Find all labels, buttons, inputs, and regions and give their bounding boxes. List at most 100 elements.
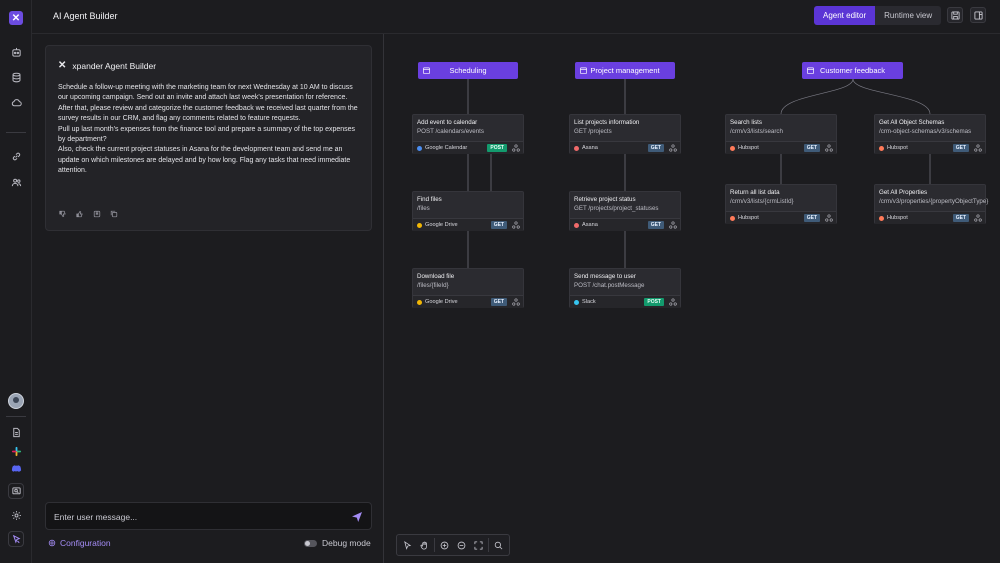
- node-service: Google Calendar: [417, 145, 467, 151]
- configuration-link[interactable]: Configuration: [48, 538, 111, 548]
- connect-icon[interactable]: [512, 221, 520, 229]
- message-actions: [58, 209, 118, 218]
- connect-icon[interactable]: [974, 144, 982, 152]
- zoom-in-icon[interactable]: [437, 538, 452, 553]
- node-download-file[interactable]: Download file /files/{fileId} Google Dri…: [412, 268, 524, 308]
- agent-header: ✕ xpander Agent Builder: [58, 60, 156, 71]
- slack-icon: [574, 299, 579, 305]
- xpander-logo-icon[interactable]: ✕: [9, 11, 23, 25]
- discord-icon[interactable]: [8, 460, 24, 476]
- service-name: Google Drive: [425, 222, 458, 228]
- toolbar-divider: [488, 538, 489, 552]
- agent-message-card: ✕ xpander Agent Builder Schedule a follo…: [45, 45, 372, 231]
- user-avatar[interactable]: [8, 393, 24, 409]
- node-path: POST /chat.postMessage: [574, 282, 645, 289]
- thumbs-up-icon[interactable]: [75, 209, 84, 218]
- service-name: Hubspot: [738, 215, 759, 221]
- group-project-management[interactable]: Project management: [575, 62, 675, 79]
- rail-divider: [6, 416, 26, 417]
- node-path: GET /projects: [574, 128, 612, 135]
- thumbs-down-icon[interactable]: [58, 209, 67, 218]
- node-path: /crm/v3/lists/search: [730, 128, 783, 135]
- google-drive-icon: [417, 222, 422, 228]
- node-footer: Google Drive GET: [413, 295, 523, 308]
- node-footer: Hubspot GET: [726, 211, 836, 224]
- node-service: Asana: [574, 145, 598, 151]
- node-title: Add event to calendar: [417, 119, 478, 126]
- database-icon[interactable]: [8, 69, 24, 85]
- document-icon[interactable]: [8, 424, 24, 440]
- connect-icon[interactable]: [669, 144, 677, 152]
- node-get-schemas[interactable]: Get All Object Schemas /crm-object-schem…: [874, 114, 986, 154]
- group-scheduling[interactable]: Scheduling: [418, 62, 518, 79]
- save-icon[interactable]: [947, 7, 963, 23]
- rail-divider: [6, 132, 26, 133]
- pointer-builder-icon[interactable]: [8, 531, 24, 547]
- node-footer: Google Calendar POST: [413, 141, 523, 154]
- agents-icon[interactable]: [8, 44, 24, 60]
- method-badge: GET: [952, 144, 969, 152]
- team-icon[interactable]: [8, 174, 24, 190]
- node-add-event[interactable]: Add event to calendar POST /calendars/ev…: [412, 114, 524, 154]
- connect-icon[interactable]: [974, 214, 982, 222]
- copy-icon[interactable]: [109, 209, 118, 218]
- node-list-projects[interactable]: List projects information GET /projects …: [569, 114, 681, 154]
- chat-search-icon[interactable]: [8, 483, 24, 499]
- debug-mode-control: Debug mode: [304, 538, 371, 548]
- group-customer-feedback[interactable]: Customer feedback: [802, 62, 903, 79]
- tab-agent-editor[interactable]: Agent editor: [814, 6, 876, 25]
- service-name: Hubspot: [738, 145, 759, 151]
- link-icon[interactable]: [8, 148, 24, 164]
- node-return-list[interactable]: Return all list data /crm/v3/lists/{crmL…: [725, 184, 837, 224]
- connect-icon[interactable]: [669, 221, 677, 229]
- connect-icon[interactable]: [825, 214, 833, 222]
- node-footer: Asana GET: [570, 218, 680, 231]
- cloud-icon[interactable]: [8, 94, 24, 110]
- flow-canvas[interactable]: Scheduling Project management Customer f…: [385, 34, 1000, 563]
- tab-runtime-view[interactable]: Runtime view: [875, 6, 941, 25]
- top-header: AI Agent Builder Agent editor Runtime vi…: [32, 0, 1000, 34]
- service-name: Slack: [582, 299, 596, 305]
- settings-gear-icon[interactable]: [8, 507, 24, 523]
- service-name: Asana: [582, 222, 598, 228]
- connect-icon[interactable]: [825, 144, 833, 152]
- node-send-message[interactable]: Send message to user POST /chat.postMess…: [569, 268, 681, 308]
- select-pointer-icon[interactable]: [400, 538, 415, 553]
- slack-icon[interactable]: [8, 443, 24, 459]
- pan-hand-icon[interactable]: [417, 538, 432, 553]
- connect-icon[interactable]: [512, 144, 520, 152]
- hubspot-icon: [879, 145, 884, 151]
- send-icon[interactable]: [351, 511, 363, 523]
- node-retrieve-status[interactable]: Retrieve project status GET /projects/pr…: [569, 191, 681, 231]
- hubspot-icon: [730, 145, 735, 151]
- node-get-properties[interactable]: Get All Properties /crm/v3/properties/{p…: [874, 184, 988, 224]
- node-title: Send message to user: [574, 273, 636, 280]
- page-title: AI Agent Builder: [53, 11, 118, 21]
- calendar-icon: [807, 67, 814, 74]
- fit-view-icon[interactable]: [471, 538, 486, 553]
- service-name: Hubspot: [887, 215, 908, 221]
- connect-icon[interactable]: [669, 298, 677, 306]
- node-title: Download file: [417, 273, 455, 280]
- connect-icon[interactable]: [512, 298, 520, 306]
- debug-mode-toggle[interactable]: [304, 539, 317, 547]
- node-footer: Asana GET: [570, 141, 680, 154]
- bookmark-icon[interactable]: [92, 209, 101, 218]
- toolbar-divider: [434, 538, 435, 552]
- search-icon[interactable]: [491, 538, 506, 553]
- service-name: Hubspot: [887, 145, 908, 151]
- method-badge: GET: [952, 214, 969, 222]
- node-path: GET /projects/project_statuses: [574, 205, 659, 212]
- node-path: /crm/v3/lists/{crmListId}: [730, 198, 794, 205]
- node-search-lists[interactable]: Search lists /crm/v3/lists/search Hubspo…: [725, 114, 837, 154]
- node-service: Hubspot: [879, 215, 908, 221]
- node-title: Retrieve project status: [574, 196, 636, 203]
- node-service: Hubspot: [730, 145, 759, 151]
- node-service: Slack: [574, 299, 596, 305]
- node-find-files[interactable]: Find files /files Google Drive GET: [412, 191, 524, 231]
- zoom-out-icon[interactable]: [454, 538, 469, 553]
- node-path: POST /calendars/events: [417, 128, 484, 135]
- debug-mode-label: Debug mode: [322, 538, 371, 548]
- layout-panel-icon[interactable]: [970, 7, 986, 23]
- user-message-input[interactable]: [54, 509, 334, 524]
